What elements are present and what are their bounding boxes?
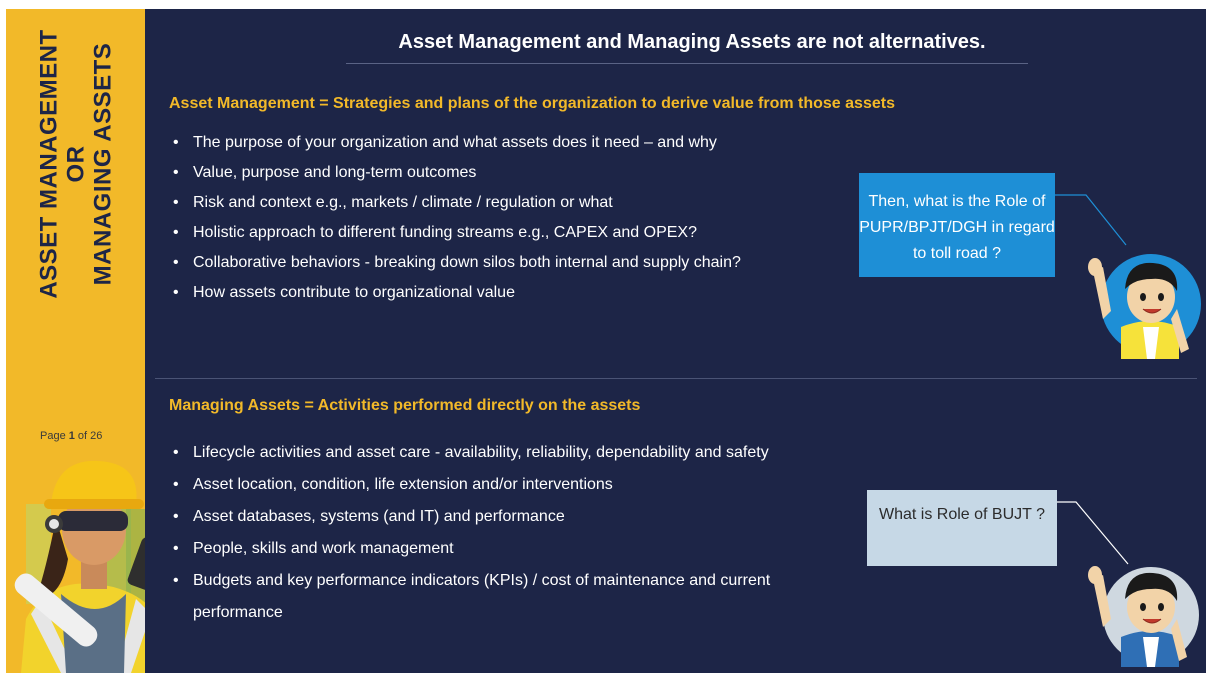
mascot-icon [1088,254,1201,359]
slide: ASSET MANAGEMENT OR MANAGING ASSETS Page… [6,9,1206,673]
callout-pointer-lines [1055,194,1129,565]
mascot-icon [1088,566,1199,667]
